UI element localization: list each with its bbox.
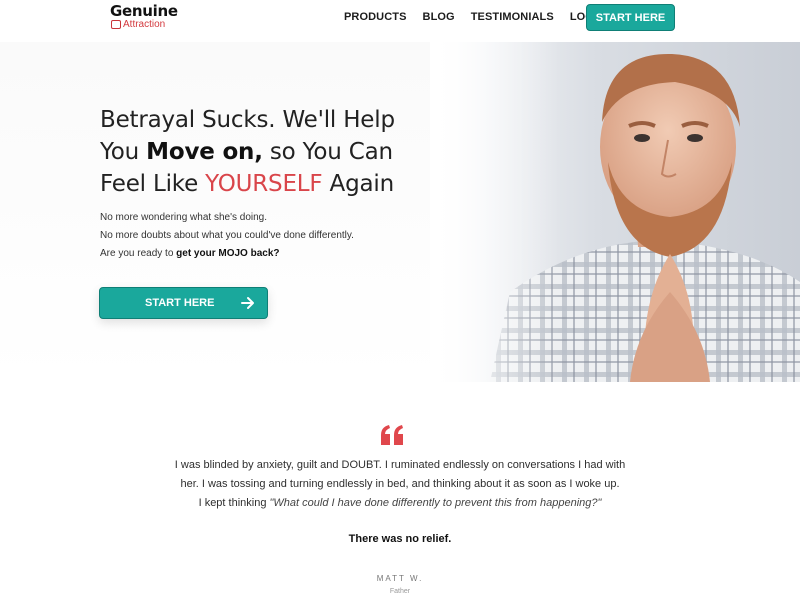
portrait-illustration (430, 42, 800, 382)
logo-subtitle: Attraction (123, 19, 166, 30)
nav-blog[interactable]: BLOG (423, 10, 455, 24)
headline-accent-text: YOURSELF (205, 171, 323, 197)
logo-wordmark-top: Genuine (110, 2, 178, 20)
hero-line-2: No more doubts about what you could've d… (100, 230, 354, 241)
hero-portrait-photo (430, 42, 800, 382)
hero-line-1: No more wondering what she's doing. (100, 212, 268, 223)
brand-logo[interactable]: Genuine Attraction (110, 3, 190, 35)
hero-headline: Betrayal Sucks. We'll Help You Move on, … (100, 104, 440, 200)
nav-products[interactable]: PRODUCTS (344, 10, 407, 24)
site-header: Genuine Attraction PRODUCTS BLOG TESTIMO… (0, 0, 800, 42)
header-start-here-button[interactable]: START HERE (586, 4, 675, 31)
logo-wordmark-bottom: Attraction (110, 19, 190, 30)
testimonial-emphasis: There was no relief. (348, 533, 452, 545)
testimonial-line-3: I kept thinking "What could I have done … (150, 494, 650, 513)
testimonial-line-2: her. I was tossing and turning endlessly… (180, 478, 620, 490)
headline-text-3: Again (322, 171, 395, 197)
main-nav: PRODUCTS BLOG TESTIMONIALS LOGIN (344, 10, 621, 24)
arrow-right-icon (241, 297, 254, 309)
testimonial-line-3-italic: "What could I have done differently to p… (269, 497, 602, 509)
testimonial-author-role: Father (389, 588, 411, 595)
nav-testimonials[interactable]: TESTIMONIALS (471, 10, 554, 24)
logo-mark-icon (111, 20, 121, 29)
hero-line-3: Are you ready to get your MOJO back? (100, 245, 354, 263)
hero-subtext: No more wondering what she's doing. No m… (100, 209, 354, 263)
quote-icon (381, 425, 403, 445)
testimonial-quote: I was blinded by anxiety, guilt and DOUB… (150, 456, 650, 513)
hero-cta-label: START HERE (145, 297, 215, 309)
hero-line-3-prefix: Are you ready to (100, 248, 177, 259)
headline-bold-text: Move on, (146, 139, 263, 165)
hero-section: Betrayal Sucks. We'll Help You Move on, … (0, 42, 800, 382)
hero-line-3-bold: get your MOJO back? (176, 248, 280, 259)
testimonial-line-1: I was blinded by anxiety, guilt and DOUB… (174, 459, 626, 471)
testimonial-author: MATT W. (376, 574, 424, 583)
testimonial-line-3-prefix: I kept thinking (198, 497, 270, 509)
testimonial-section: I was blinded by anxiety, guilt and DOUB… (0, 382, 800, 600)
hero-start-here-button[interactable]: START HERE (99, 287, 268, 319)
